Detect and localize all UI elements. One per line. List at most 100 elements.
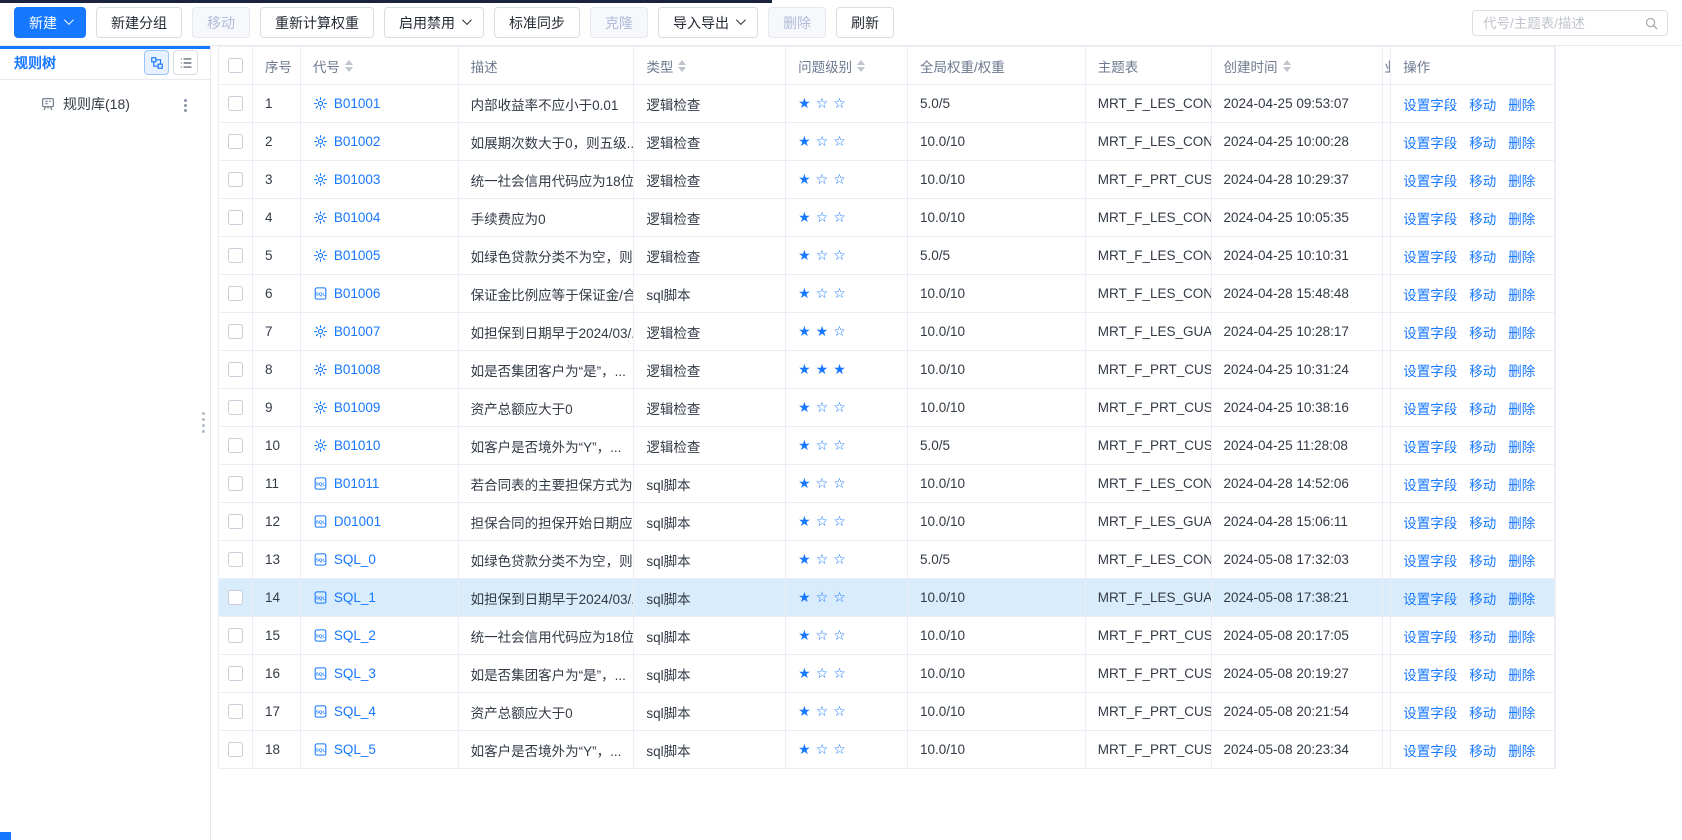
row-checkbox[interactable] xyxy=(228,666,243,681)
select-all-checkbox[interactable] xyxy=(228,58,243,73)
row-action-link[interactable]: 设置字段 xyxy=(1403,398,1457,418)
row-action-link[interactable]: 删除 xyxy=(1508,588,1535,608)
row-action-link[interactable]: 删除 xyxy=(1508,132,1535,152)
row-action-link[interactable]: 删除 xyxy=(1508,94,1535,114)
column-header-severity[interactable]: 问题级别 xyxy=(786,47,908,85)
row-action-link[interactable]: 设置字段 xyxy=(1403,132,1457,152)
row-action-link[interactable]: 删除 xyxy=(1508,284,1535,304)
rule-code-link[interactable]: B01005 xyxy=(334,248,381,263)
tree-node-rule-library[interactable]: 规则库(18) xyxy=(0,89,210,119)
row-action-link[interactable]: 移动 xyxy=(1469,702,1496,722)
row-action-link[interactable]: 删除 xyxy=(1508,246,1535,266)
row-action-link[interactable]: 设置字段 xyxy=(1403,664,1457,684)
row-action-link[interactable]: 设置字段 xyxy=(1403,94,1457,114)
toolbar-button-enable-disable[interactable]: 启用禁用 xyxy=(384,7,484,38)
rule-code-link[interactable]: B01003 xyxy=(334,172,381,187)
row-action-link[interactable]: 删除 xyxy=(1508,360,1535,380)
row-action-link[interactable]: 删除 xyxy=(1508,626,1535,646)
list-view-button[interactable] xyxy=(173,50,198,75)
rule-code-link[interactable]: SQL_4 xyxy=(334,704,376,719)
search-input[interactable] xyxy=(1483,16,1644,31)
row-action-link[interactable]: 设置字段 xyxy=(1403,550,1457,570)
row-action-link[interactable]: 移动 xyxy=(1469,360,1496,380)
row-action-link[interactable]: 删除 xyxy=(1508,474,1535,494)
rule-code-link[interactable]: B01011 xyxy=(334,476,380,491)
row-checkbox[interactable] xyxy=(228,628,243,643)
row-checkbox[interactable] xyxy=(228,134,243,149)
row-action-link[interactable]: 删除 xyxy=(1508,398,1535,418)
row-action-link[interactable]: 移动 xyxy=(1469,94,1496,114)
rule-code-link[interactable]: SQL_3 xyxy=(334,666,376,681)
rule-code-link[interactable]: SQL_1 xyxy=(334,590,376,605)
rule-code-link[interactable]: SQL_0 xyxy=(334,552,376,567)
row-action-link[interactable]: 移动 xyxy=(1469,170,1496,190)
row-action-link[interactable]: 设置字段 xyxy=(1403,284,1457,304)
row-action-link[interactable]: 设置字段 xyxy=(1403,170,1457,190)
sort-icon[interactable] xyxy=(678,60,686,72)
row-action-link[interactable]: 设置字段 xyxy=(1403,246,1457,266)
row-action-link[interactable]: 设置字段 xyxy=(1403,626,1457,646)
toolbar-button-refresh[interactable]: 刷新 xyxy=(836,7,894,38)
row-checkbox[interactable] xyxy=(228,552,243,567)
row-action-link[interactable]: 移动 xyxy=(1469,436,1496,456)
search-icon[interactable] xyxy=(1644,16,1659,31)
row-action-link[interactable]: 删除 xyxy=(1508,322,1535,342)
row-action-link[interactable]: 设置字段 xyxy=(1403,474,1457,494)
sort-icon[interactable] xyxy=(345,60,353,72)
row-action-link[interactable]: 设置字段 xyxy=(1403,436,1457,456)
row-action-link[interactable]: 移动 xyxy=(1469,512,1496,532)
row-action-link[interactable]: 删除 xyxy=(1508,436,1535,456)
toolbar-button-new-group[interactable]: 新建分组 xyxy=(96,7,182,38)
row-action-link[interactable]: 删除 xyxy=(1508,550,1535,570)
node-menu-kebab-icon[interactable] xyxy=(178,97,192,113)
row-action-link[interactable]: 移动 xyxy=(1469,132,1496,152)
row-checkbox[interactable] xyxy=(228,324,243,339)
row-action-link[interactable]: 移动 xyxy=(1469,474,1496,494)
row-action-link[interactable]: 删除 xyxy=(1508,208,1535,228)
row-action-link[interactable]: 移动 xyxy=(1469,398,1496,418)
row-action-link[interactable]: 删除 xyxy=(1508,740,1535,760)
row-action-link[interactable]: 删除 xyxy=(1508,512,1535,532)
row-checkbox[interactable] xyxy=(228,400,243,415)
row-checkbox[interactable] xyxy=(228,590,243,605)
rule-code-link[interactable]: D01001 xyxy=(334,514,381,529)
row-action-link[interactable]: 设置字段 xyxy=(1403,588,1457,608)
tab-rule-tree[interactable]: 规则树 xyxy=(14,53,56,73)
rule-code-link[interactable]: B01006 xyxy=(334,286,381,301)
rule-code-link[interactable]: SQL_5 xyxy=(334,742,376,757)
column-header-code[interactable]: 代号 xyxy=(301,47,459,85)
rule-code-link[interactable]: B01008 xyxy=(334,362,381,377)
row-action-link[interactable]: 移动 xyxy=(1469,588,1496,608)
sort-icon[interactable] xyxy=(857,60,865,72)
row-action-link[interactable]: 设置字段 xyxy=(1403,360,1457,380)
rule-code-link[interactable]: B01002 xyxy=(334,134,381,149)
row-checkbox[interactable] xyxy=(228,362,243,377)
row-checkbox[interactable] xyxy=(228,742,243,757)
rule-code-link[interactable]: B01007 xyxy=(334,324,381,339)
toolbar-button-recalc-weight[interactable]: 重新计算权重 xyxy=(260,7,374,38)
row-action-link[interactable]: 移动 xyxy=(1469,284,1496,304)
toolbar-button-new[interactable]: 新建 xyxy=(14,7,86,38)
sort-icon[interactable] xyxy=(1283,60,1291,72)
row-action-link[interactable]: 设置字段 xyxy=(1403,512,1457,532)
row-action-link[interactable]: 移动 xyxy=(1469,626,1496,646)
row-checkbox[interactable] xyxy=(228,514,243,529)
column-header-created-time[interactable]: 创建时间 xyxy=(1212,47,1384,85)
row-action-link[interactable]: 移动 xyxy=(1469,550,1496,570)
column-header-type[interactable]: 类型 xyxy=(634,47,786,85)
row-checkbox[interactable] xyxy=(228,210,243,225)
rule-code-link[interactable]: SQL_2 xyxy=(334,628,376,643)
row-checkbox[interactable] xyxy=(228,704,243,719)
row-checkbox[interactable] xyxy=(228,438,243,453)
row-action-link[interactable]: 设置字段 xyxy=(1403,322,1457,342)
toolbar-button-standard-sync[interactable]: 标准同步 xyxy=(494,7,580,38)
row-checkbox[interactable] xyxy=(228,248,243,263)
row-action-link[interactable]: 删除 xyxy=(1508,664,1535,684)
row-action-link[interactable]: 设置字段 xyxy=(1403,740,1457,760)
row-action-link[interactable]: 移动 xyxy=(1469,208,1496,228)
row-checkbox[interactable] xyxy=(228,286,243,301)
row-action-link[interactable]: 删除 xyxy=(1508,702,1535,722)
rule-code-link[interactable]: B01009 xyxy=(334,400,381,415)
row-checkbox[interactable] xyxy=(228,476,243,491)
row-action-link[interactable]: 移动 xyxy=(1469,664,1496,684)
